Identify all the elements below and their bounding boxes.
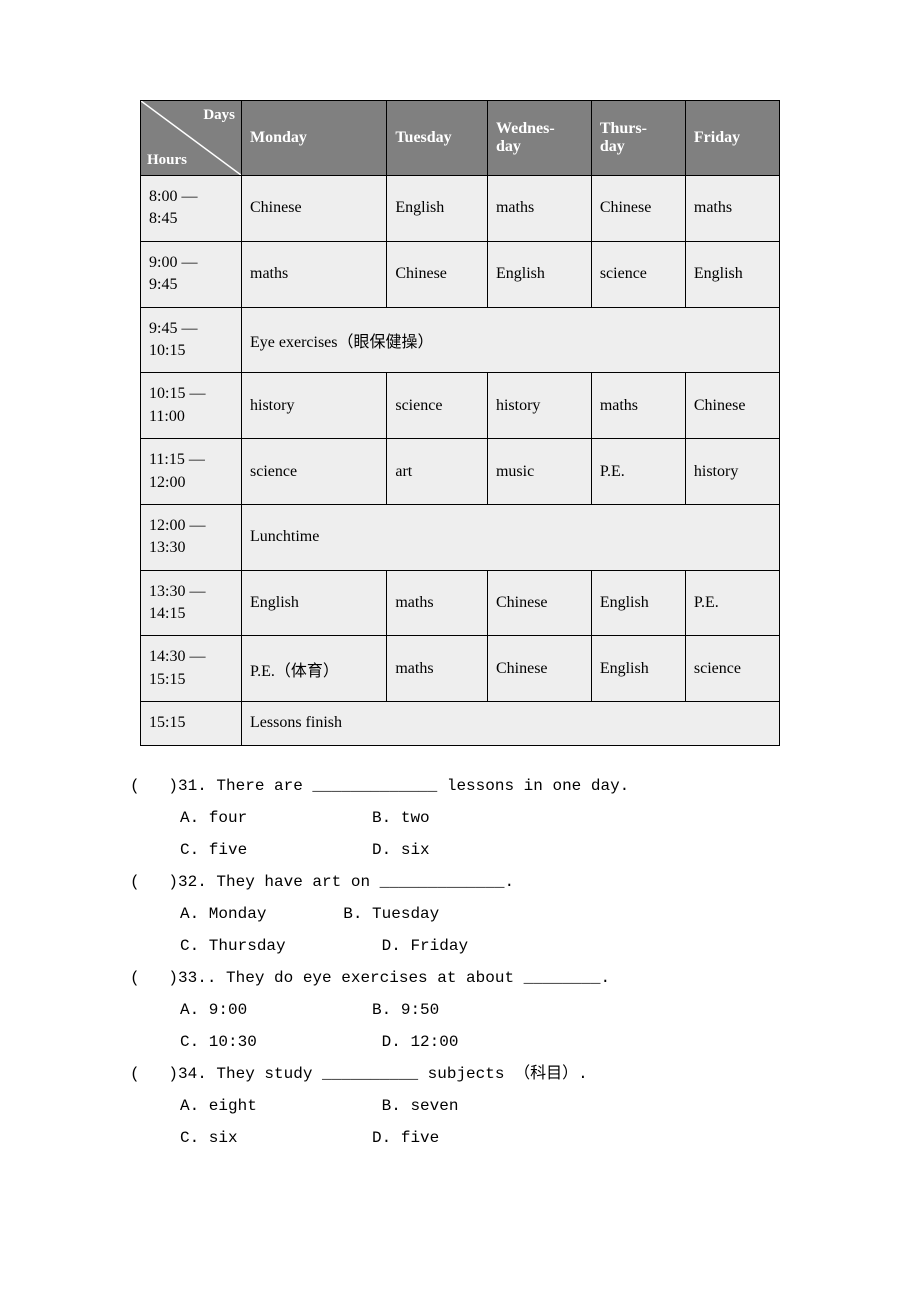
header-tuesday: Tuesday	[387, 101, 488, 176]
time-r6: 12:00 — 13:30	[141, 504, 242, 570]
cell: P.E.	[685, 570, 779, 636]
table-row: 15:15 Lessons finish	[141, 702, 780, 745]
time-r2: 9:00 — 9:45	[141, 241, 242, 307]
cell: maths	[387, 570, 488, 636]
cell: history	[685, 439, 779, 505]
q31-opts-cd: C. five D. six	[180, 834, 800, 866]
header-thursday: Thurs- day	[591, 101, 685, 176]
cell: history	[242, 373, 387, 439]
cell: science	[685, 636, 779, 702]
time-r9: 15:15	[141, 702, 242, 745]
lessons-finish-cell: Lessons finish	[242, 702, 780, 745]
cell: English	[685, 241, 779, 307]
lunchtime-cell: Lunchtime	[242, 504, 780, 570]
cell: P.E.（体育）	[242, 636, 387, 702]
time-r3: 9:45 — 10:15	[141, 307, 242, 373]
cell: Chinese	[591, 176, 685, 242]
time-r4: 10:15 — 11:00	[141, 373, 242, 439]
cell: Chinese	[387, 241, 488, 307]
time-r8: 14:30 — 15:15	[141, 636, 242, 702]
cell: Chinese	[487, 636, 591, 702]
cell: maths	[685, 176, 779, 242]
q32-stem: ( )32. They have art on _____________.	[130, 866, 800, 898]
q33-stem: ( )33.. They do eye exercises at about _…	[130, 962, 800, 994]
cell: Chinese	[242, 176, 387, 242]
table-row: 9:45 — 10:15 Eye exercises（眼保健操）	[141, 307, 780, 373]
table-row: 13:30 — 14:15 English maths Chinese Engl…	[141, 570, 780, 636]
cell: music	[487, 439, 591, 505]
cell: maths	[387, 636, 488, 702]
table-row: 9:00 — 9:45 maths Chinese English scienc…	[141, 241, 780, 307]
time-r7: 13:30 — 14:15	[141, 570, 242, 636]
table-row: 14:30 — 15:15 P.E.（体育） maths Chinese Eng…	[141, 636, 780, 702]
corner-cell: Days Hours	[141, 101, 242, 176]
cell: maths	[242, 241, 387, 307]
table-row: 8:00 — 8:45 Chinese English maths Chines…	[141, 176, 780, 242]
table-row: 11:15 — 12:00 science art music P.E. his…	[141, 439, 780, 505]
cell: maths	[487, 176, 591, 242]
cell: science	[387, 373, 488, 439]
questions-block: ( )31. There are _____________ lessons i…	[130, 770, 800, 1154]
cell: English	[487, 241, 591, 307]
table-row: 10:15 — 11:00 history science history ma…	[141, 373, 780, 439]
cell: English	[591, 570, 685, 636]
header-wednesday: Wednes- day	[487, 101, 591, 176]
q34-opts-ab: A. eight B. seven	[180, 1090, 800, 1122]
cell: English	[591, 636, 685, 702]
corner-hours-label: Hours	[147, 152, 187, 169]
q31-stem: ( )31. There are _____________ lessons i…	[130, 770, 800, 802]
cell: science	[242, 439, 387, 505]
header-monday: Monday	[242, 101, 387, 176]
cell: English	[242, 570, 387, 636]
q34-opts-cd: C. six D. five	[180, 1122, 800, 1154]
corner-days-label: Days	[203, 107, 235, 124]
cell: P.E.	[591, 439, 685, 505]
header-friday: Friday	[685, 101, 779, 176]
cell: maths	[591, 373, 685, 439]
cell: history	[487, 373, 591, 439]
cell: Chinese	[487, 570, 591, 636]
eye-exercises-cell: Eye exercises（眼保健操）	[242, 307, 780, 373]
cell: Chinese	[685, 373, 779, 439]
q33-opts-cd: C. 10:30 D. 12:00	[180, 1026, 800, 1058]
q32-opts-ab: A. Monday B. Tuesday	[180, 898, 800, 930]
q33-opts-ab: A. 9:00 B. 9:50	[180, 994, 800, 1026]
cell: English	[387, 176, 488, 242]
q31-opts-ab: A. four B. two	[180, 802, 800, 834]
q32-opts-cd: C. Thursday D. Friday	[180, 930, 800, 962]
time-r5: 11:15 — 12:00	[141, 439, 242, 505]
cell: art	[387, 439, 488, 505]
timetable: Days Hours Monday Tuesday Wednes- day Th…	[140, 100, 780, 746]
table-row: 12:00 — 13:30 Lunchtime	[141, 504, 780, 570]
time-r1: 8:00 — 8:45	[141, 176, 242, 242]
q34-stem: ( )34. They study __________ subjects （科…	[130, 1058, 800, 1090]
cell: science	[591, 241, 685, 307]
